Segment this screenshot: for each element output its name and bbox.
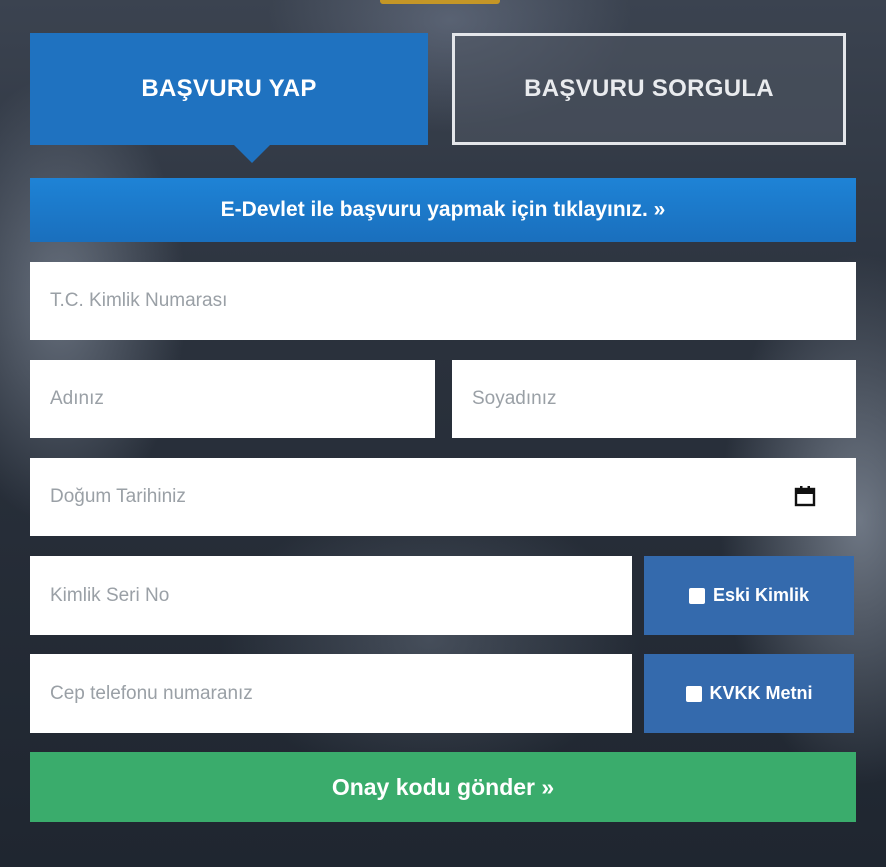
send-code-button[interactable]: Onay kodu gönder »: [30, 752, 856, 822]
first-name-input[interactable]: [30, 360, 435, 438]
birth-date-input[interactable]: [30, 458, 856, 536]
edevlet-apply-link[interactable]: E-Devlet ile başvuru yapmak için tıklayı…: [30, 178, 856, 242]
checkbox-icon[interactable]: [685, 685, 702, 702]
old-id-label: Eski Kimlik: [712, 585, 810, 605]
calendar-icon[interactable]: [793, 484, 817, 508]
kvkk-toggle[interactable]: KVKK Metni: [644, 654, 854, 733]
checkbox-icon[interactable]: [688, 587, 705, 604]
tab-apply-label: BAŞVURU YAP: [141, 75, 317, 102]
old-id-toggle[interactable]: Eski Kimlik: [644, 556, 854, 635]
kvkk-label: KVKK Metni: [709, 683, 813, 703]
edevlet-label: E-Devlet ile başvuru yapmak için tıklayı…: [220, 198, 666, 221]
tab-query-label: BAŞVURU SORGULA: [524, 75, 774, 102]
logo-fragment: [380, 0, 500, 4]
last-name-input[interactable]: [452, 360, 856, 438]
send-code-label: Onay kodu gönder »: [331, 773, 555, 800]
tab-apply[interactable]: BAŞVURU YAP: [30, 33, 428, 163]
tab-query[interactable]: BAŞVURU SORGULA: [452, 33, 846, 145]
phone-input[interactable]: [30, 654, 632, 733]
id-serial-input[interactable]: [30, 556, 632, 635]
tc-number-input[interactable]: [30, 262, 856, 340]
